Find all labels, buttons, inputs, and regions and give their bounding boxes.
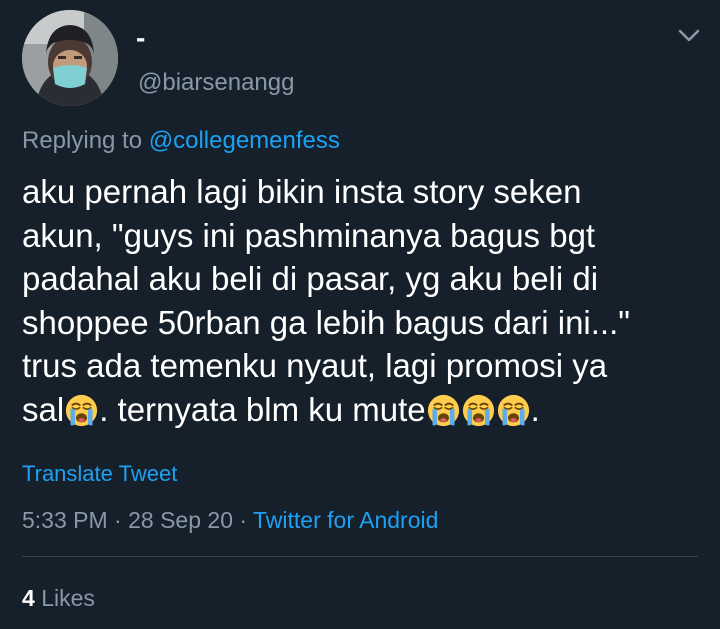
tweet-line: shoppee 50rban ga lebih bagus dari ini..… — [22, 303, 630, 341]
tweet-line: akun, "guys ini pashminanya bagus bgt — [22, 216, 596, 254]
profile-photo — [22, 10, 118, 106]
loudly-crying-face-icon — [497, 394, 530, 427]
likes-count: 4 — [22, 585, 35, 611]
loudly-crying-face-icon — [427, 394, 460, 427]
reply-mention-link[interactable]: @collegemenfess — [149, 127, 340, 154]
more-options-button[interactable] — [672, 22, 706, 50]
tweet-source-link[interactable]: Twitter for Android — [253, 507, 438, 533]
tweet-text-fragment: . ternyata blm ku mute — [99, 390, 426, 428]
avatar[interactable] — [22, 10, 118, 106]
tweet-date: 28 Sep 20 — [128, 507, 233, 533]
chevron-down-icon — [678, 29, 700, 42]
tweet-metadata: 5:33 PM · 28 Sep 20 · Twitter for Androi… — [22, 505, 438, 535]
replying-to-label: Replying to — [22, 127, 143, 154]
tweet-text-fragment: . — [530, 390, 540, 428]
meta-separator: · — [114, 507, 122, 533]
tweet-line: trus ada temenku nyaut, lagi promosi ya — [22, 347, 608, 384]
loudly-crying-face-icon — [462, 394, 495, 427]
replying-to: Replying to @collegemenfess — [22, 126, 340, 156]
translate-tweet-link[interactable]: Translate Tweet — [22, 460, 177, 488]
tweet-text-fragment: sal — [22, 390, 65, 428]
meta-separator: · — [239, 507, 248, 533]
tweet-line-last: sal . ternyata blm ku mute. — [22, 388, 702, 432]
username-handle[interactable]: @biarsenangg — [138, 68, 294, 98]
tweet-line: padahal aku beli di pasar, yg aku beli d… — [22, 260, 599, 297]
loudly-crying-face-icon — [65, 394, 98, 427]
divider — [22, 556, 698, 557]
tweet-line: aku pernah lagi bikin insta story seken — [22, 173, 582, 210]
display-name[interactable]: - — [136, 22, 145, 54]
tweet-text: aku pernah lagi bikin insta story seken … — [22, 170, 702, 431]
likes-count-link[interactable]: 4 Likes — [22, 583, 95, 613]
tweet-time: 5:33 PM — [22, 507, 108, 533]
likes-label: Likes — [41, 585, 95, 611]
